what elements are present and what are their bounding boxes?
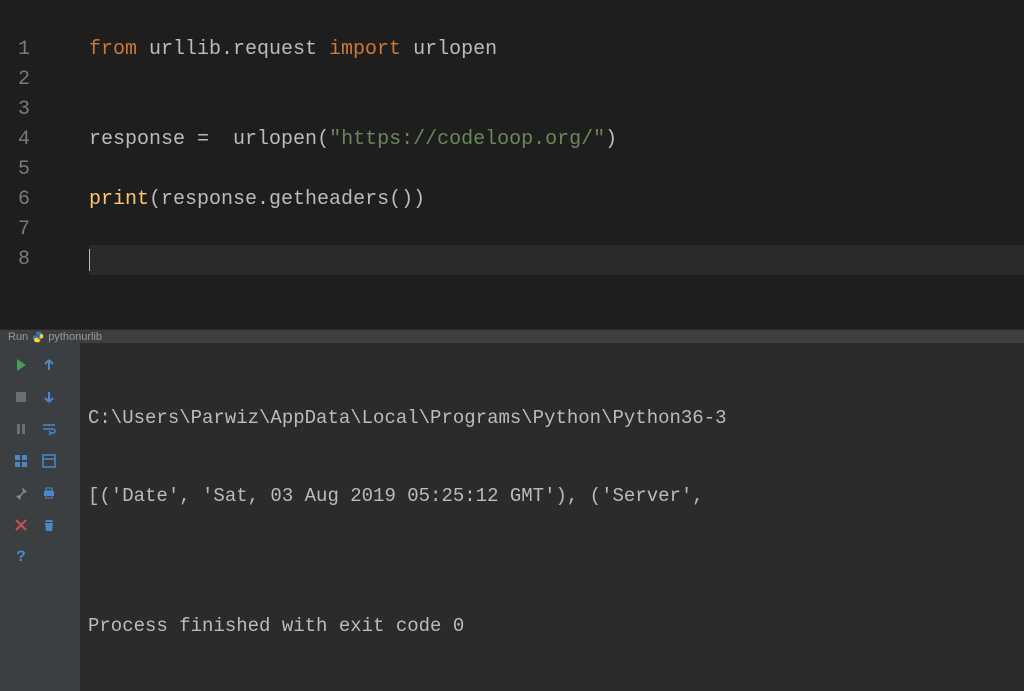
run-panel: ? C:\Users\Parwiz\AppData\Local\Programs… [0,343,1024,691]
line-number: 3 [18,95,75,125]
code-line-5[interactable] [89,155,1024,185]
line-number: 2 [18,65,75,95]
code-line-7[interactable] [89,215,1024,245]
code-line-4[interactable]: response = urlopen("https://codeloop.org… [89,125,1024,155]
code-line-1[interactable]: from urllib.request import urlopen [89,35,1024,65]
line-number: 5 [18,155,75,185]
line-number: 7 [18,215,75,245]
function-call: urlopen [233,128,317,151]
code-editor[interactable]: 1 2 3 4 5 6 7 8 from urllib.request impo… [0,0,1024,329]
soft-wrap-button[interactable] [38,418,60,440]
line-number: 1 [18,35,75,65]
run-panel-header[interactable]: Run pythonurlib [0,329,1024,343]
text-cursor [89,249,90,271]
console-line: C:\Users\Parwiz\AppData\Local\Programs\P… [88,405,1024,431]
dump-threads-button[interactable] [10,450,32,472]
equals: = [197,128,233,151]
line-number: 8 [18,245,75,275]
code-line-6[interactable]: print(response.getheaders()) [89,185,1024,215]
paren-open: ( [149,188,161,211]
line-number: 6 [18,185,75,215]
variable: response [89,128,197,151]
keyword-from: from [89,38,149,61]
stop-button[interactable] [10,386,32,408]
close-button[interactable] [10,514,32,536]
paren-close: ) [605,128,617,151]
import-name: urlopen [413,38,497,61]
rerun-button[interactable] [10,354,32,376]
builtin-print: print [89,188,149,211]
code-line-3[interactable] [89,95,1024,125]
keyword-import: import [329,38,413,61]
run-label: Run [8,331,28,343]
delete-button[interactable] [38,514,60,536]
code-line-8[interactable] [89,245,1024,275]
paren-close: ) [413,188,425,211]
help-button[interactable]: ? [10,546,32,568]
paren-open: ( [317,128,329,151]
argument: response.getheaders() [161,188,413,211]
run-toolbar: ? [0,343,80,691]
pin-button[interactable] [10,482,32,504]
run-config-name: pythonurlib [48,331,102,343]
pause-button[interactable] [10,418,32,440]
python-icon [32,331,44,343]
scroll-up-button[interactable] [38,354,60,376]
code-line-2[interactable] [89,65,1024,95]
string-literal: "https://codeloop.org/" [329,128,605,151]
line-number-gutter: 1 2 3 4 5 6 7 8 [0,0,75,329]
console-output[interactable]: C:\Users\Parwiz\AppData\Local\Programs\P… [80,343,1024,691]
console-line: Process finished with exit code 0 [88,613,1024,639]
scroll-down-button[interactable] [38,386,60,408]
print-button[interactable] [38,482,60,504]
module-name: urllib.request [149,38,329,61]
line-number: 4 [18,125,75,155]
console-line: [('Date', 'Sat, 03 Aug 2019 05:25:12 GMT… [88,483,1024,509]
code-content[interactable]: from urllib.request import urlopen respo… [75,0,1024,329]
layout-button[interactable] [38,450,60,472]
